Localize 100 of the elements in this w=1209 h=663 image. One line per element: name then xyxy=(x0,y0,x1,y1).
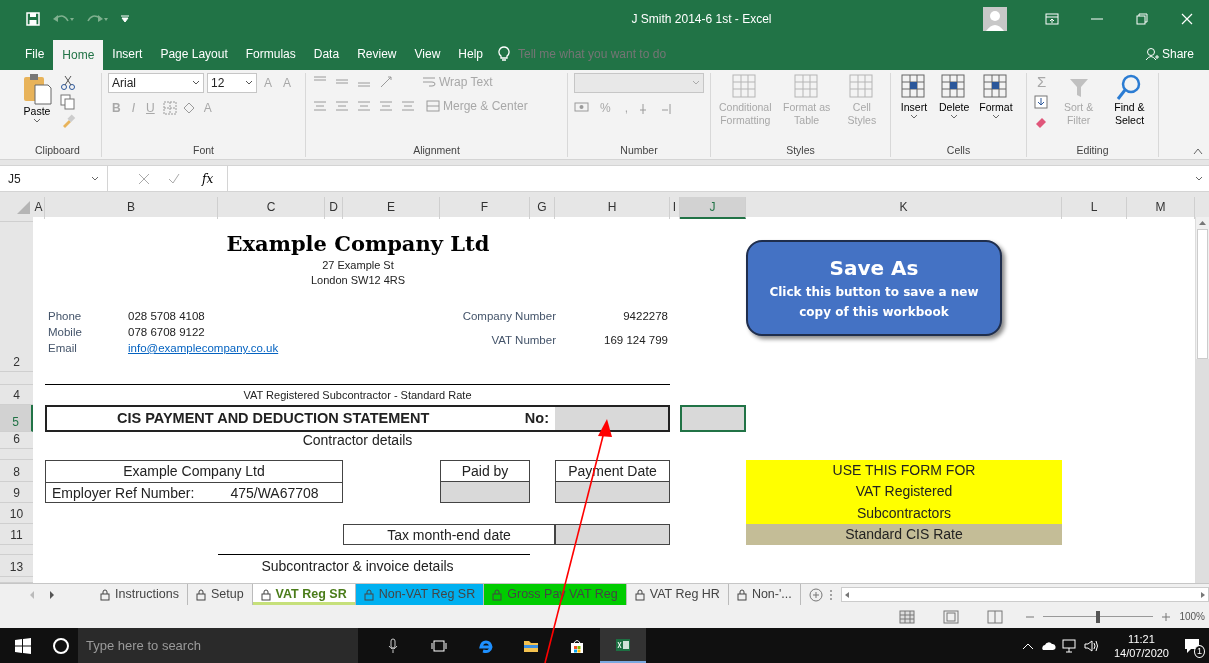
insert-function-button[interactable]: fx xyxy=(198,169,218,188)
share-button[interactable]: Share xyxy=(1135,38,1203,70)
vertical-scrollbar[interactable] xyxy=(1195,217,1209,583)
notification-icon[interactable] xyxy=(1183,636,1201,655)
volume-icon[interactable] xyxy=(1083,638,1100,653)
number-field[interactable] xyxy=(555,407,668,430)
row-header[interactable]: 13 xyxy=(0,555,33,577)
borders-icon[interactable] xyxy=(161,100,178,116)
add-sheet-icon[interactable] xyxy=(808,587,823,602)
align-left-icon[interactable] xyxy=(312,98,328,114)
page-break-icon[interactable] xyxy=(987,609,1004,624)
ribbon-tab[interactable]: Review xyxy=(348,38,406,70)
more-icon[interactable] xyxy=(828,588,833,601)
email-link[interactable]: info@examplecompany.co.uk xyxy=(128,342,279,354)
tell-me-field[interactable]: Tell me what you want to do xyxy=(516,44,716,64)
cells-button[interactable]: Insert xyxy=(897,73,931,120)
align-right-icon[interactable] xyxy=(356,98,372,114)
zoom-in-icon[interactable] xyxy=(1161,611,1172,622)
paid-by-field[interactable] xyxy=(440,482,530,503)
row-header[interactable]: 4 xyxy=(0,385,33,405)
restore-icon[interactable] xyxy=(1133,11,1150,27)
cloud-icon[interactable] xyxy=(1039,640,1056,651)
collapse-ribbon-icon[interactable] xyxy=(1193,147,1203,155)
save-icon[interactable] xyxy=(26,12,40,26)
align-center-icon[interactable] xyxy=(334,98,350,114)
lightbulb-icon[interactable] xyxy=(498,46,510,62)
cancel-icon[interactable] xyxy=(138,172,150,185)
rate-label: Standard CIS Rate xyxy=(746,523,1062,545)
font-name-field[interactable]: Arial xyxy=(108,73,204,93)
decrease-indent-icon[interactable] xyxy=(378,98,394,114)
caret-icon[interactable] xyxy=(950,114,959,120)
row-header[interactable]: 9 xyxy=(0,482,33,503)
chevron-up-icon[interactable] xyxy=(1021,641,1034,650)
group-label: Font xyxy=(192,143,215,157)
ribbon-tab[interactable]: File xyxy=(16,38,54,70)
paste-button[interactable]: Paste xyxy=(20,73,54,124)
store-icon[interactable] xyxy=(569,637,585,654)
row-header[interactable]: 8 xyxy=(0,460,33,482)
horizontal-scrollbar[interactable] xyxy=(840,587,1209,602)
customize-icon[interactable] xyxy=(120,14,130,24)
ribbon-tab[interactable]: Help xyxy=(449,38,492,70)
search-circle-icon[interactable] xyxy=(52,636,70,655)
find-select-button[interactable]: Find & Select xyxy=(1106,73,1152,127)
sheet-tab[interactable]: Non-VAT Reg SR xyxy=(355,584,485,605)
expand-icon[interactable] xyxy=(1195,175,1203,182)
page-layout-icon[interactable] xyxy=(943,609,960,624)
orientation-icon[interactable] xyxy=(378,74,394,90)
taskbar-search-field[interactable]: Type here to search xyxy=(78,628,358,663)
increase-indent-icon[interactable] xyxy=(400,98,416,114)
slider-thumb[interactable] xyxy=(1096,610,1101,623)
name-box[interactable]: J5 xyxy=(0,166,108,191)
caret-icon[interactable] xyxy=(910,114,918,120)
ribbon-tab[interactable]: View xyxy=(405,38,450,70)
row-header[interactable]: 10 xyxy=(0,503,33,524)
cells-button[interactable]: Delete xyxy=(937,73,972,120)
copy-icon[interactable] xyxy=(60,94,76,110)
ribbon-tab[interactable]: Home xyxy=(53,40,104,70)
tax-month-field[interactable] xyxy=(555,524,670,545)
column-header[interactable]: J xyxy=(680,197,746,219)
row-header[interactable]: 6 xyxy=(0,432,33,449)
windows-icon[interactable] xyxy=(15,637,31,654)
row-header[interactable]: 5 xyxy=(0,405,33,432)
row-header[interactable]: 2 xyxy=(0,222,33,372)
ribbon-display-icon[interactable] xyxy=(1043,11,1060,27)
clock-time[interactable]: 11:21 xyxy=(1113,631,1169,646)
save-as-button[interactable]: Save As Click this button to save a new copy of this workbook xyxy=(746,240,1002,336)
caret-icon[interactable] xyxy=(91,175,99,182)
cells-button[interactable]: Format xyxy=(977,73,1015,120)
number-format-field[interactable] xyxy=(574,73,704,93)
normal-view-icon[interactable] xyxy=(899,609,916,624)
zoom-level[interactable]: 100% xyxy=(1179,609,1205,624)
task-view-icon[interactable] xyxy=(431,637,447,654)
enter-icon[interactable] xyxy=(168,172,180,185)
payment-date-field[interactable] xyxy=(555,482,670,503)
caret-icon[interactable] xyxy=(992,114,1000,120)
scissors-icon[interactable] xyxy=(60,75,76,91)
ribbon-tab[interactable]: Formulas xyxy=(236,38,305,70)
selected-cell[interactable] xyxy=(680,405,746,432)
row-header[interactable]: 11 xyxy=(0,524,33,545)
registration-value: 9422278 xyxy=(622,309,668,324)
company-name: Example Company Ltd xyxy=(225,230,491,258)
undo-icon[interactable] xyxy=(52,13,74,25)
avatar-icon[interactable] xyxy=(983,7,1007,31)
scroll-right-icon[interactable] xyxy=(48,589,56,600)
caret-icon[interactable] xyxy=(33,118,41,124)
caret-icon[interactable] xyxy=(192,80,200,86)
font-size-field[interactable]: 12 xyxy=(207,73,257,93)
ribbon-tab[interactable]: Insert xyxy=(103,38,152,70)
network-icon[interactable] xyxy=(1061,638,1078,653)
clock-date[interactable]: 14/07/2020 xyxy=(1113,645,1169,660)
redo-icon[interactable] xyxy=(86,13,108,25)
zoom-slider[interactable] xyxy=(1043,610,1154,623)
spreadsheet-app-icon[interactable] xyxy=(615,636,631,653)
lock-icon xyxy=(100,588,110,601)
ribbon-tab[interactable]: Data xyxy=(304,38,349,70)
fill-down-icon[interactable] xyxy=(1033,94,1049,110)
registration-label: VAT Number xyxy=(490,333,556,348)
caret-icon[interactable] xyxy=(245,80,253,86)
sheet-tab[interactable]: VAT Reg SR xyxy=(252,584,356,605)
ribbon-tab[interactable]: Page Layout xyxy=(151,38,237,70)
